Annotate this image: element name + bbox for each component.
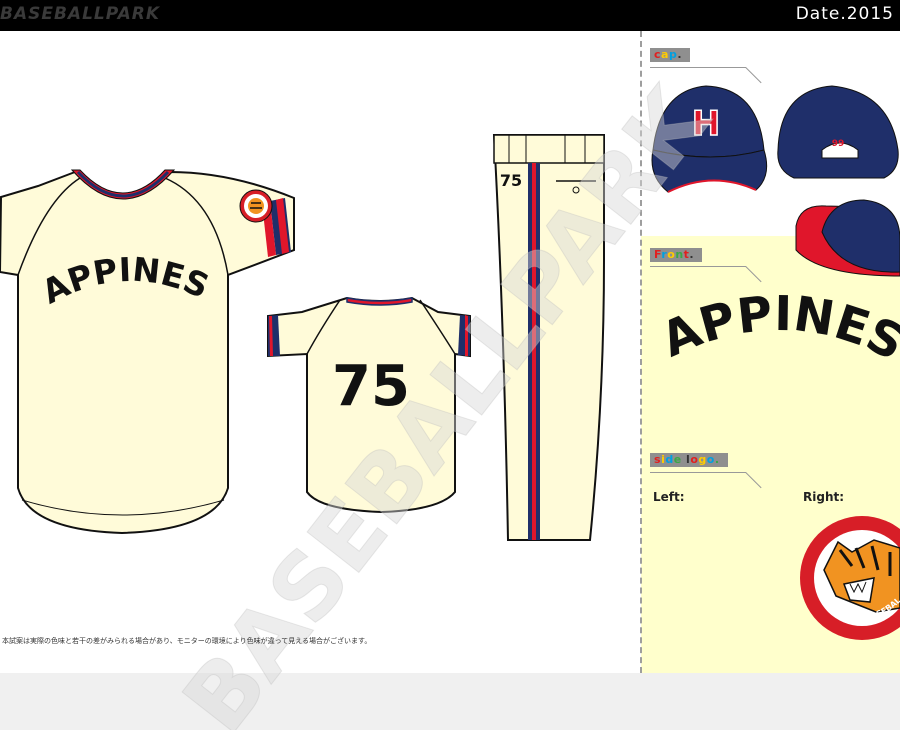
section-label-char: g [698,453,707,466]
section-label-side-logo: side logo. [650,453,728,467]
section-label-front: Front. [650,248,703,262]
section-label-char: . [677,48,683,61]
section-label-char: d [665,453,674,466]
section-label-char: c [654,48,662,61]
cap-back-view: 99 [777,85,899,179]
leader-line-front [650,266,746,267]
section-label-char: s [654,453,662,466]
section-label-char: a [661,48,669,61]
cap-side-view [795,199,900,277]
cap-back-number: 99 [832,139,845,149]
watermark-text: BASEBALLPARK [163,67,730,730]
jersey-front-body [0,170,295,535]
section-label-char: e [673,453,682,466]
side-logo-left-label: Left: [653,490,685,504]
section-label-char: o [706,453,715,466]
leader-line-side-logo [650,472,746,473]
jersey-front: HAPPINESS [0,0,295,535]
garment-drawings: HAPPINESS 75 75 H [0,0,900,730]
leader-line-cap [650,67,746,68]
side-logo-right-label: Right: [803,490,845,504]
section-label-char: . [714,453,720,466]
footnote-text: 本試案は実際の色味と若干の差がみられる場合があり、モニターの環境により色味が違っ… [2,637,372,645]
section-label-char: n [675,248,684,261]
section-label-char: . [689,248,695,261]
pants-number: 75 [500,171,522,190]
section-label-cap: cap. [650,48,691,62]
